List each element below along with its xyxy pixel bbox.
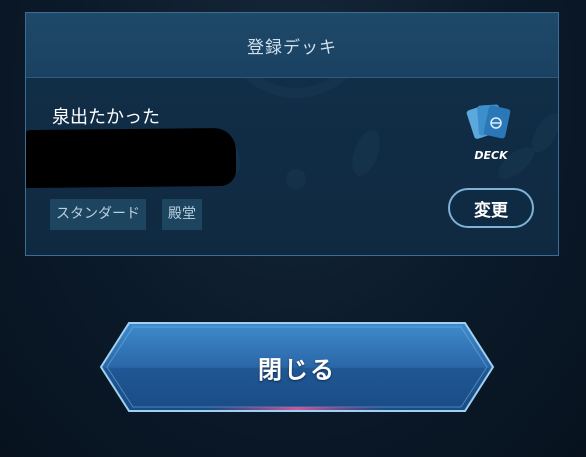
change-button[interactable]: 変更 [448, 188, 534, 228]
close-button-label: 閉じる [258, 355, 336, 384]
redaction-mark [26, 127, 237, 189]
tag-regulation: 殿堂 [162, 199, 202, 230]
registered-deck-panel: 登録デッキ 泉出たかった スタンダード 殿堂 DECK 変更 [25, 12, 559, 256]
deck-entry: 泉出たかった スタンダード 殿堂 DECK 変更 [26, 77, 558, 255]
deck-cards-icon: DECK [466, 103, 516, 163]
panel-title: 登録デッキ [247, 37, 337, 58]
tag-format: スタンダード [50, 199, 146, 230]
deck-tags: スタンダード 殿堂 [50, 199, 202, 230]
svg-text:DECK: DECK [474, 149, 509, 162]
close-button[interactable]: 閉じる [99, 321, 495, 413]
deck-name: 泉出たかった [52, 107, 160, 128]
panel-header: 登録デッキ [26, 13, 558, 78]
